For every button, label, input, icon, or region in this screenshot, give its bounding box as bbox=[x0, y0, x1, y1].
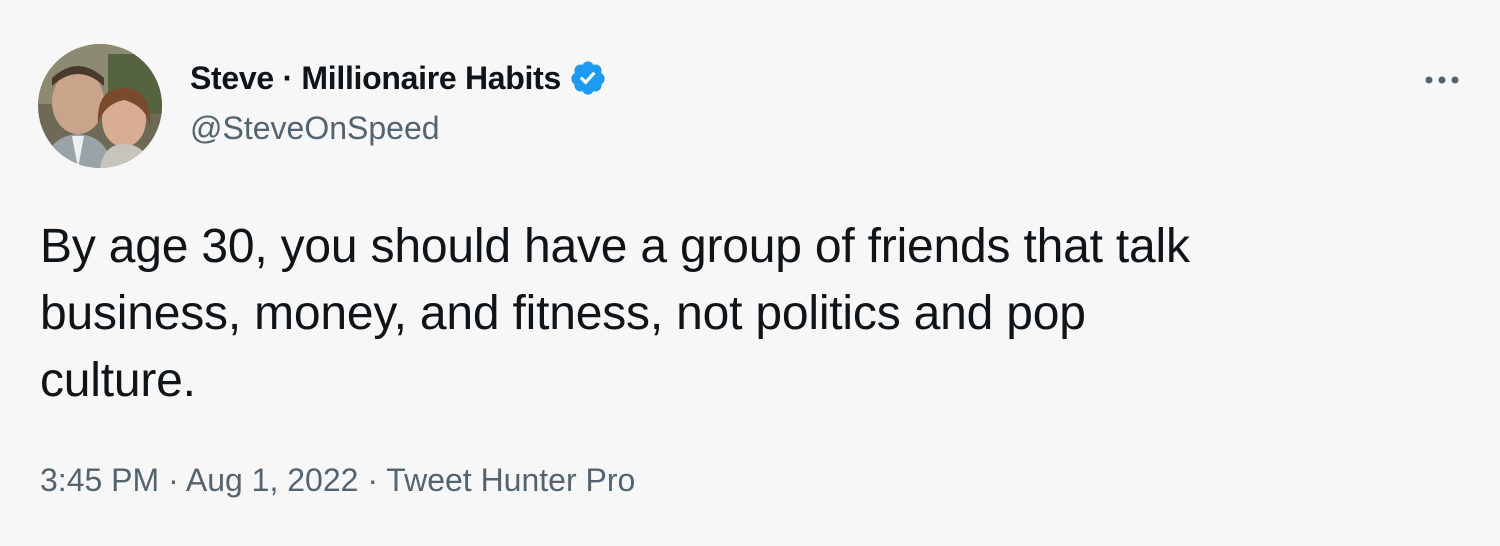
tweet-date[interactable]: Aug 1, 2022 bbox=[186, 462, 359, 498]
verified-badge-icon bbox=[569, 59, 607, 97]
more-options-icon[interactable] bbox=[1418, 60, 1466, 100]
meta-separator: · bbox=[358, 462, 387, 498]
author-display-name[interactable]: Steve · Millionaire Habits bbox=[190, 60, 561, 97]
tweet-metadata: 3:45 PM · Aug 1, 2022 · Tweet Hunter Pro bbox=[40, 462, 635, 499]
author-avatar[interactable] bbox=[38, 44, 162, 168]
tweet-text: By age 30, you should have a group of fr… bbox=[40, 220, 1190, 407]
meta-separator: · bbox=[159, 462, 186, 498]
tweet-time[interactable]: 3:45 PM bbox=[40, 462, 159, 498]
author-name-row: Steve · Millionaire Habits bbox=[190, 58, 607, 98]
avatar-photo bbox=[38, 44, 162, 168]
author-info: Steve · Millionaire Habits @SteveOnSpeed bbox=[190, 58, 607, 147]
tweet-card: Steve · Millionaire Habits @SteveOnSpeed… bbox=[0, 0, 1500, 546]
author-handle[interactable]: @SteveOnSpeed bbox=[190, 110, 607, 147]
tweet-source[interactable]: Tweet Hunter Pro bbox=[386, 462, 635, 498]
